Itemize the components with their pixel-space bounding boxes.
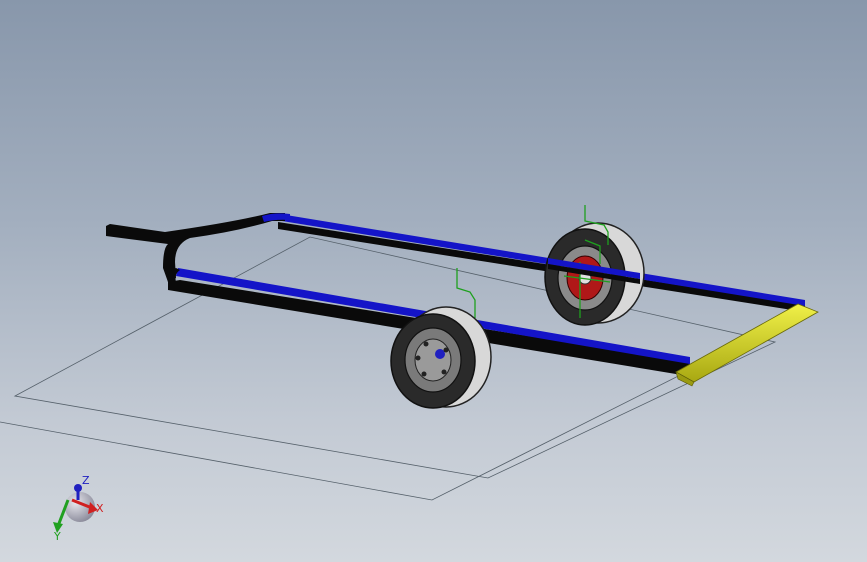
3d-model-viewport[interactable]: Z X Y [0,0,867,562]
far-rail-underside [278,222,805,312]
coordinate-triad: Z X Y [53,474,104,543]
near-wheel-center-cap [435,349,445,359]
triad-y-label: Y [53,530,61,543]
trailer-model-scene[interactable]: Z X Y [0,0,867,562]
near-wheel-hub [414,338,452,382]
bolt-hole [441,369,447,375]
far-side-rail [278,214,805,312]
bolt-hole [443,347,449,353]
triad-z-head [74,484,82,492]
triad-z-label: Z [82,474,90,487]
ground-plane-outline-outer [0,349,731,501]
rear-bumper [675,303,819,387]
bolt-hole [415,355,421,361]
triad-x-label: X [96,502,104,515]
bolt-hole [423,341,429,347]
bolt-hole [421,371,427,377]
rear-bumper-top [675,303,819,383]
far-rail-top [280,214,805,306]
